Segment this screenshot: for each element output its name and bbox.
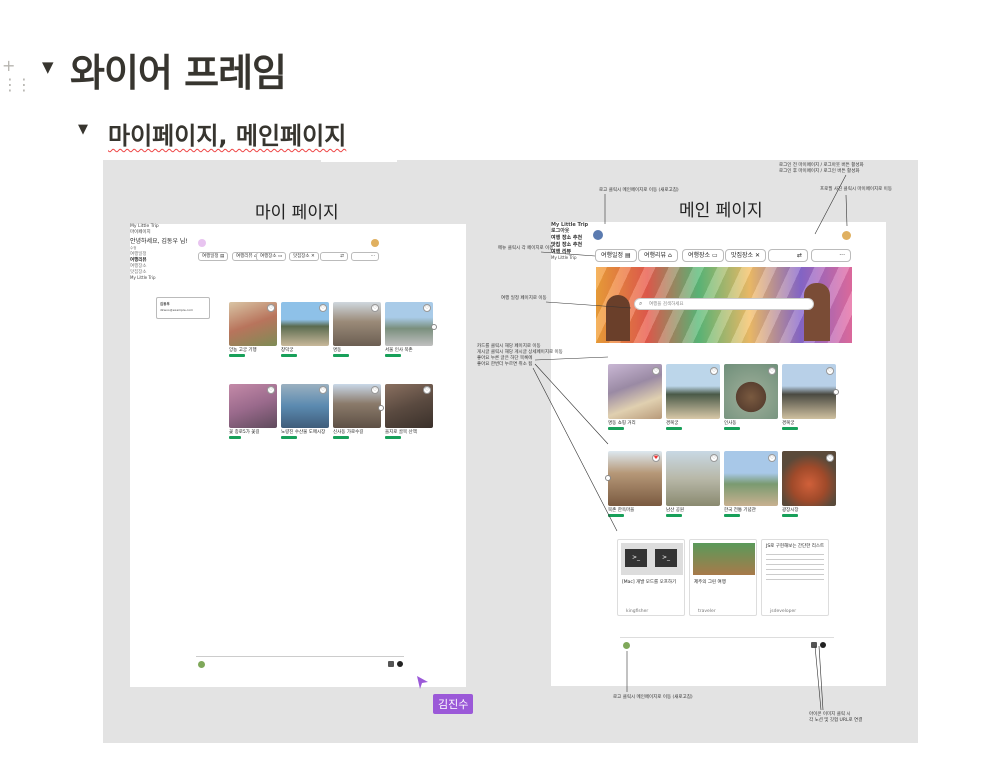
heading-1: 와이어 프레임 xyxy=(70,51,287,95)
notion-page: { "heading1": "와이어 프레임", "heading2": "마이… xyxy=(0,0,1002,766)
heading-2: 마이페이지, 메인페이지 xyxy=(108,122,347,150)
toggle-triangle-icon[interactable]: ▼ xyxy=(78,122,88,137)
collaborator-name-tag: 김진수 xyxy=(433,694,474,714)
wireframe-image[interactable]: 마이 페이지 My Little Trip 마이페이지 여행일정 ▤ 여행리뷰 … xyxy=(103,160,918,743)
annotation-arrows xyxy=(532,174,848,711)
drag-handle-icon[interactable]: + ⋮⋮ xyxy=(2,56,32,94)
toggle-triangle-icon[interactable]: ▼ xyxy=(42,58,54,76)
